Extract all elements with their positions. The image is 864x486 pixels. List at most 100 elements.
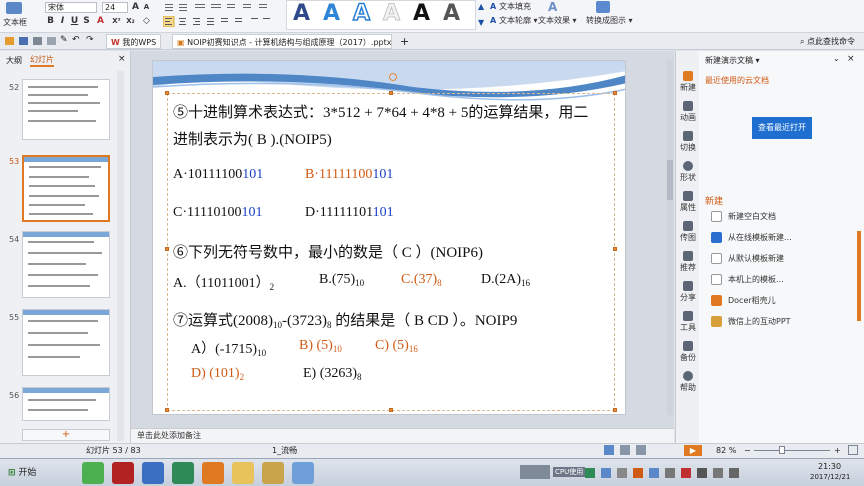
wps-presentation-icon[interactable] xyxy=(202,462,224,484)
font-color-button[interactable]: A xyxy=(96,16,105,27)
tab-document[interactable]: ▣ NOIP初赛知识点 - 计算机结构与组成原理（2017）.pptx * xyxy=(172,34,392,49)
right-bar-upload-image[interactable]: 传图 xyxy=(676,221,700,243)
start-button[interactable]: ⊞ 开始 xyxy=(2,463,42,483)
resize-handle[interactable] xyxy=(165,247,169,251)
right-bar-transition[interactable]: 切换 xyxy=(676,131,700,153)
resize-handle[interactable] xyxy=(613,408,617,412)
close-panel-icon[interactable]: × xyxy=(847,54,855,64)
print-preview-icon[interactable] xyxy=(47,37,56,45)
clock-date[interactable]: 2017/12/21 xyxy=(810,473,850,481)
gallery-more-icon[interactable]: ▼ xyxy=(478,18,484,27)
tab-outline[interactable]: 大纲 xyxy=(6,55,22,66)
resize-handle[interactable] xyxy=(389,408,393,412)
style-a-2[interactable]: A xyxy=(323,1,340,27)
app-icon[interactable] xyxy=(292,462,314,484)
right-bar-new[interactable]: 新建 xyxy=(676,71,700,93)
text-fill-button[interactable]: A 文本填充 xyxy=(490,1,531,12)
right-bar-backup[interactable]: 备份 xyxy=(676,341,700,363)
zoom-slider-thumb[interactable] xyxy=(779,446,785,454)
right-bar-help[interactable]: 帮助 xyxy=(676,371,700,393)
docer-item[interactable]: Docer稻壳儿 xyxy=(711,295,776,306)
slide-sorter-icon[interactable] xyxy=(620,445,630,455)
local-template-item[interactable]: 本机上的模板... xyxy=(711,274,784,285)
pin-panel-icon[interactable]: ⌄ xyxy=(833,54,840,63)
zoom-in-button[interactable]: + xyxy=(834,444,841,457)
command-search[interactable]: ⌕ 点此查找命令 xyxy=(800,36,855,47)
underline-button[interactable]: U xyxy=(70,16,79,27)
slide-thumbnail-54[interactable] xyxy=(22,231,110,298)
slide-thumbnail-53-selected[interactable] xyxy=(22,155,110,222)
strikethrough-button[interactable]: S xyxy=(82,16,91,27)
zoom-out-button[interactable]: − xyxy=(744,444,751,457)
text-style-gallery[interactable]: A A A A A A xyxy=(286,0,476,30)
open-folder-icon[interactable] xyxy=(5,37,14,45)
tab-my-wps[interactable]: W 我的WPS xyxy=(106,34,162,49)
editor-icon[interactable] xyxy=(142,462,164,484)
normal-view-icon[interactable] xyxy=(604,445,614,455)
play-slideshow-button[interactable]: ▶ xyxy=(684,445,702,456)
slide-thumbnail-52[interactable] xyxy=(22,79,110,140)
undo-icon[interactable]: ↶ xyxy=(72,35,80,45)
thumbnail-scrollbar[interactable] xyxy=(117,71,124,441)
italic-button[interactable]: I xyxy=(58,16,67,27)
add-tab-button[interactable]: + xyxy=(396,34,413,49)
right-bar-shape[interactable]: 形状 xyxy=(676,161,700,183)
rotate-handle-icon[interactable] xyxy=(389,73,397,81)
reading-view-icon[interactable] xyxy=(636,445,646,455)
style-a-5[interactable]: A xyxy=(413,1,430,27)
resize-handle[interactable] xyxy=(165,408,169,412)
style-a-1[interactable]: A xyxy=(293,1,310,27)
redo-icon[interactable]: ↷ xyxy=(86,35,94,45)
new-from-default-template-item[interactable]: 从默认模板新建 xyxy=(711,253,784,264)
notepad-icon[interactable] xyxy=(262,462,284,484)
right-bar-share[interactable]: 分享 xyxy=(676,281,700,303)
convert-to-smartart-button[interactable]: 转换成图示 ▾ xyxy=(586,15,633,26)
tab-slides[interactable]: 幻灯片 xyxy=(30,54,54,67)
resize-handle[interactable] xyxy=(389,91,393,95)
zoom-slider[interactable] xyxy=(754,450,830,451)
resize-handle[interactable] xyxy=(613,247,617,251)
style-a-3[interactable]: A xyxy=(352,0,371,27)
gallery-scroll-icon[interactable]: ▲ xyxy=(478,2,484,11)
fit-window-icon[interactable] xyxy=(848,445,858,455)
globe-icon[interactable] xyxy=(172,462,194,484)
right-bar-animation[interactable]: 动画 xyxy=(676,101,700,123)
resize-handle[interactable] xyxy=(165,91,169,95)
grow-font-button[interactable]: A xyxy=(131,2,140,13)
textbox-icon[interactable] xyxy=(6,2,22,14)
alignment-controls[interactable] xyxy=(162,15,275,28)
clear-format-icon[interactable]: ◇ xyxy=(142,16,151,27)
media-player-icon[interactable] xyxy=(112,462,134,484)
superscript-button[interactable]: X² xyxy=(112,16,121,27)
open-recent-button[interactable]: 查看最近打开 xyxy=(752,117,812,139)
new-from-online-template-item[interactable]: 从在线模板新建... xyxy=(711,232,792,243)
style-a-6[interactable]: A xyxy=(443,1,460,27)
clock-time[interactable]: 21:30 xyxy=(818,462,841,471)
shrink-font-button[interactable]: A xyxy=(142,2,151,13)
format-painter-icon[interactable]: ✎ xyxy=(60,35,68,45)
add-slide-button[interactable]: + xyxy=(22,429,110,441)
new-blank-doc-item[interactable]: 新建空白文档 xyxy=(711,211,776,222)
smartart-icon[interactable] xyxy=(596,1,610,13)
panel-scroll-indicator[interactable] xyxy=(857,231,861,321)
text-effect-icon[interactable]: A xyxy=(548,1,562,13)
save-icon[interactable] xyxy=(19,37,28,45)
right-bar-recommend[interactable]: 推荐 xyxy=(676,251,700,273)
right-bar-properties[interactable]: 属性 xyxy=(676,191,700,213)
text-effect-button[interactable]: 文本效果 ▾ xyxy=(538,15,577,26)
zoom-level[interactable]: 82 % xyxy=(716,444,736,457)
system-tray[interactable] xyxy=(585,467,745,479)
style-a-4[interactable]: A xyxy=(382,1,400,27)
slide-thumbnail-55[interactable] xyxy=(22,309,110,376)
textbox-button[interactable]: 文本框 xyxy=(3,17,27,28)
bold-button[interactable]: B xyxy=(46,16,55,27)
wechat-interactive-ppt-item[interactable]: 微信上的互动PPT xyxy=(711,316,791,327)
slide-canvas[interactable]: ⑤十进制算术表达式：3*512 + 7*64 + 4*8 + 5的运算结果，用二… xyxy=(152,60,626,415)
close-panel-icon[interactable]: × xyxy=(118,54,126,64)
slide-scrollbar-thumb[interactable] xyxy=(667,160,673,200)
text-outline-button[interactable]: A 文本轮廓 ▾ xyxy=(490,15,538,26)
subscript-button[interactable]: X₂ xyxy=(126,16,135,27)
resize-handle[interactable] xyxy=(613,91,617,95)
font-size-combo[interactable]: 24 xyxy=(102,2,128,13)
browser-icon[interactable] xyxy=(82,462,104,484)
